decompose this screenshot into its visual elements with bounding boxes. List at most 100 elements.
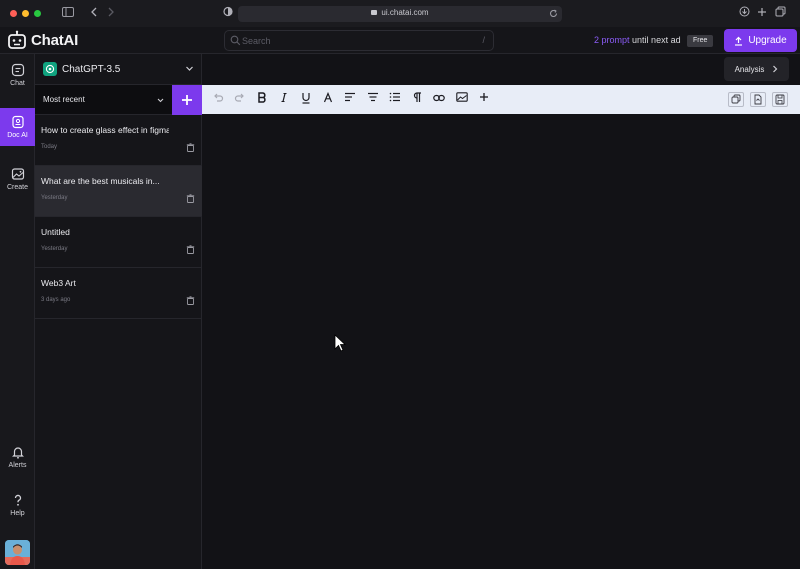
document-date: Yesterday <box>41 195 68 201</box>
search-input[interactable]: Search / <box>224 30 494 51</box>
bold-button[interactable] <box>255 92 269 106</box>
rail-item-help[interactable]: Help <box>0 486 35 524</box>
numbered-list-icon <box>389 92 400 102</box>
trash-icon[interactable] <box>186 143 195 152</box>
text-color-icon <box>323 91 333 103</box>
document-list-item[interactable]: Web3 Art 3 days ago <box>35 268 202 319</box>
plus-icon <box>480 93 488 101</box>
chevron-right-icon <box>773 65 778 73</box>
shield-icon[interactable] <box>221 6 235 20</box>
undo-icon <box>214 93 224 102</box>
prompt-suffix: until next ad <box>632 35 681 45</box>
sort-label: Most recent <box>43 95 85 104</box>
app-header: ChatAI Search / 2 prompt until next ad F… <box>0 27 800 54</box>
redo-icon <box>234 93 244 102</box>
rail-label-chat: Chat <box>10 80 25 87</box>
model-selector[interactable]: ChatGPT-3.5 <box>35 54 202 85</box>
prompt-counter: 2 prompt until next ad <box>594 35 681 45</box>
rail-item-chat[interactable]: Chat <box>0 56 35 94</box>
trash-icon[interactable] <box>186 296 195 305</box>
address-bar[interactable]: ui.chatai.com <box>238 6 562 22</box>
document-list-item[interactable]: Untitled Yesterday <box>35 217 202 268</box>
italic-button[interactable] <box>277 92 291 106</box>
bold-icon <box>258 92 266 103</box>
new-tab-icon[interactable] <box>755 6 769 20</box>
document-date: 3 days ago <box>41 297 71 303</box>
trash-icon[interactable] <box>186 245 195 254</box>
close-window-button[interactable] <box>10 10 17 17</box>
document-title: Untitled <box>41 227 70 237</box>
document-editor[interactable] <box>202 114 800 569</box>
reload-icon[interactable] <box>546 7 560 21</box>
export-icon <box>754 94 762 105</box>
paragraph-button[interactable] <box>410 92 424 106</box>
document-icon <box>11 115 24 129</box>
analysis-button[interactable]: Analysis <box>724 57 789 81</box>
upgrade-button[interactable]: Upgrade <box>724 29 797 52</box>
text-color-button[interactable] <box>321 91 335 106</box>
sort-dropdown[interactable]: Most recent <box>35 85 202 115</box>
link-icon <box>433 94 445 102</box>
align-left-icon <box>345 92 355 102</box>
redo-button[interactable] <box>233 92 247 106</box>
search-placeholder: Search <box>242 36 271 46</box>
app-logo[interactable]: ChatAI <box>7 29 78 51</box>
numbered-list-button[interactable] <box>388 92 402 106</box>
tabs-overview-icon[interactable] <box>773 6 787 20</box>
rail-label-help: Help <box>10 510 25 517</box>
documents-sidebar: ChatGPT-3.5 Most recent How to create gl… <box>35 54 202 569</box>
forward-icon[interactable] <box>104 6 118 20</box>
insert-image-button[interactable] <box>455 92 469 106</box>
minimize-window-button[interactable] <box>22 10 29 17</box>
chevron-down-icon <box>157 98 164 103</box>
document-list-item[interactable]: How to create glass effect in figma Toda… <box>35 115 202 166</box>
rail-item-create[interactable]: Create <box>0 160 35 198</box>
rail-item-alerts[interactable]: Alerts <box>0 438 35 476</box>
download-icon[interactable] <box>737 6 751 20</box>
document-date: Yesterday <box>41 246 68 252</box>
export-button[interactable] <box>750 92 766 107</box>
plus-icon <box>182 95 192 105</box>
copy-button[interactable] <box>728 92 744 107</box>
save-button[interactable] <box>772 92 788 107</box>
plan-badge: Free <box>687 35 714 47</box>
align-left-button[interactable] <box>343 92 357 106</box>
back-icon[interactable] <box>87 6 101 20</box>
save-icon <box>775 94 785 105</box>
align-center-icon <box>368 92 378 102</box>
new-document-button[interactable] <box>172 85 202 115</box>
trash-icon[interactable] <box>186 194 195 203</box>
underline-icon <box>302 93 310 104</box>
undo-button[interactable] <box>211 92 225 106</box>
upgrade-label: Upgrade <box>748 35 787 46</box>
model-name: ChatGPT-3.5 <box>62 64 121 75</box>
prompt-count: 2 prompt <box>594 35 630 45</box>
chatgpt-icon <box>43 62 57 76</box>
rail-label-create: Create <box>6 184 28 191</box>
paragraph-icon <box>413 92 421 102</box>
formatting-toolbar <box>202 85 800 114</box>
browser-toolbar: ui.chatai.com <box>0 0 800 27</box>
rail-item-doc-ai[interactable]: Doc AI <box>0 108 35 146</box>
robot-logo-icon <box>8 30 26 49</box>
image-icon <box>11 168 24 180</box>
link-button[interactable] <box>432 92 446 106</box>
url-text: ui.chatai.com <box>381 8 429 17</box>
bell-icon <box>11 447 24 459</box>
lock-icon <box>371 10 378 15</box>
sidebar-toggle-icon[interactable] <box>61 6 75 20</box>
mouse-cursor-icon <box>334 334 346 352</box>
align-center-button[interactable] <box>366 92 380 106</box>
upload-icon <box>735 36 743 46</box>
insert-button[interactable] <box>477 92 491 106</box>
underline-button[interactable] <box>299 92 313 106</box>
image-icon <box>456 92 468 102</box>
question-icon <box>14 494 21 506</box>
rail-label-doc-ai: Doc AI <box>7 132 28 139</box>
search-shortcut: / <box>482 35 485 45</box>
maximize-window-button[interactable] <box>34 10 41 17</box>
nav-rail: Chat Doc AI Create Alerts Help <box>0 54 35 569</box>
chat-icon <box>11 63 24 77</box>
document-list-item[interactable]: What are the best musicals in... Yesterd… <box>35 166 202 217</box>
user-avatar[interactable] <box>5 540 30 565</box>
